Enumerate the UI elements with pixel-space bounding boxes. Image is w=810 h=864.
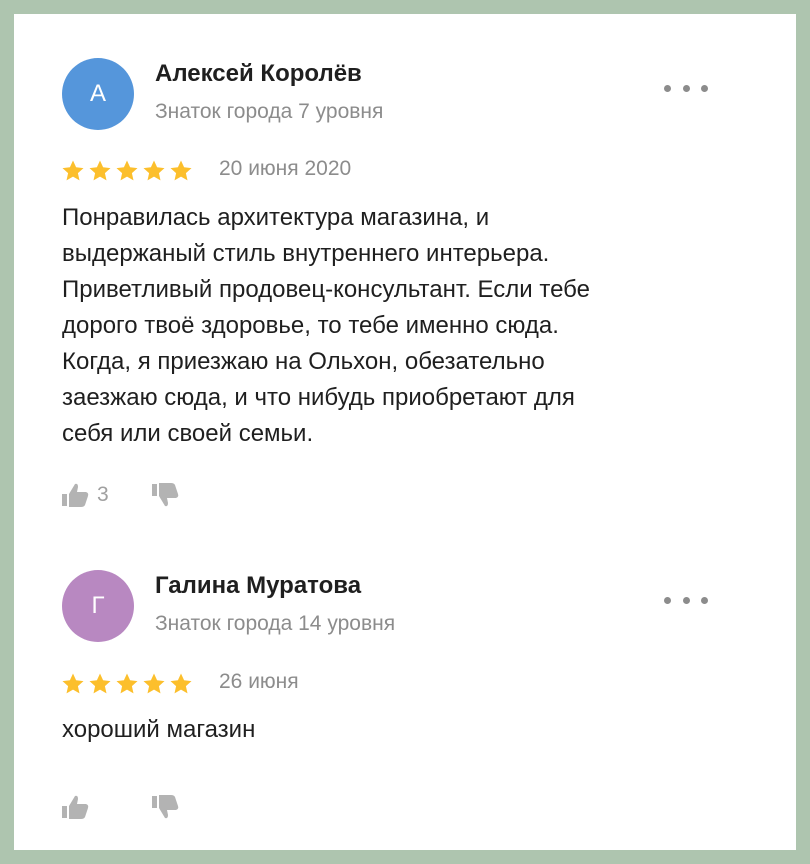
review-date: 20 июня 2020 (219, 157, 352, 180)
thumbs-up-icon (62, 483, 89, 507)
avatar[interactable]: Г (62, 570, 134, 642)
star-icon (116, 673, 138, 694)
star-icon (116, 160, 138, 181)
like-button[interactable]: 3 (61, 482, 109, 508)
reviews-card: А Алексей Королёв Знаток города 7 уровня… (14, 14, 796, 850)
dot-icon (701, 84, 708, 92)
review-text: хороший магазин (62, 712, 762, 748)
review-text-line: выдержаный стиль внутреннего интерьера. (62, 240, 550, 267)
star-icon (170, 160, 192, 181)
thumbs-down-icon (152, 483, 179, 507)
thumbs-up-icon (62, 795, 89, 819)
more-options-button[interactable] (664, 78, 708, 98)
author-name[interactable]: Галина Муратова (155, 572, 361, 600)
like-count: 3 (97, 483, 109, 506)
dislike-button[interactable] (151, 794, 179, 820)
review-text-line: себя или своей семьи. (62, 420, 314, 447)
author-name[interactable]: Алексей Королёв (155, 60, 362, 88)
dislike-button[interactable] (151, 482, 179, 508)
dot-icon (701, 596, 708, 604)
dot-icon (664, 596, 671, 604)
review-date: 26 июня (219, 670, 299, 693)
author-level: Знаток города 7 уровня (155, 100, 384, 123)
author-level: Знаток города 14 уровня (155, 612, 396, 635)
star-icon (143, 160, 165, 181)
review-text-line: заезжаю сюда, и что нибудь приобретают д… (62, 384, 575, 411)
star-rating (61, 159, 193, 183)
star-icon (62, 673, 84, 694)
review-text-line: хороший магазин (62, 716, 256, 743)
review-text: Понравилась архитектура магазина, и выде… (62, 200, 762, 452)
review-text-line: дорого твоё здоровье, то тебе именно сюд… (62, 312, 559, 339)
star-icon (170, 673, 192, 694)
star-icon (89, 160, 111, 181)
star-icon (89, 673, 111, 694)
star-icon (143, 673, 165, 694)
dot-icon (682, 596, 690, 604)
avatar[interactable]: А (62, 58, 134, 130)
avatar-letter: Г (91, 592, 105, 619)
avatar-letter: А (89, 80, 106, 107)
like-button[interactable] (61, 794, 97, 820)
review-text-line: Понравилась архитектура магазина, и (62, 204, 490, 231)
thumbs-down-icon (152, 795, 179, 819)
review-text-line: Приветливый продовец-консультант. Если т… (62, 276, 590, 303)
dot-icon (664, 84, 671, 92)
star-icon (62, 160, 84, 181)
more-options-button[interactable] (664, 590, 708, 610)
star-rating (61, 672, 193, 696)
dot-icon (682, 84, 690, 92)
review-text-line: Когда, я приезжаю на Ольхон, обезательно (62, 348, 545, 375)
